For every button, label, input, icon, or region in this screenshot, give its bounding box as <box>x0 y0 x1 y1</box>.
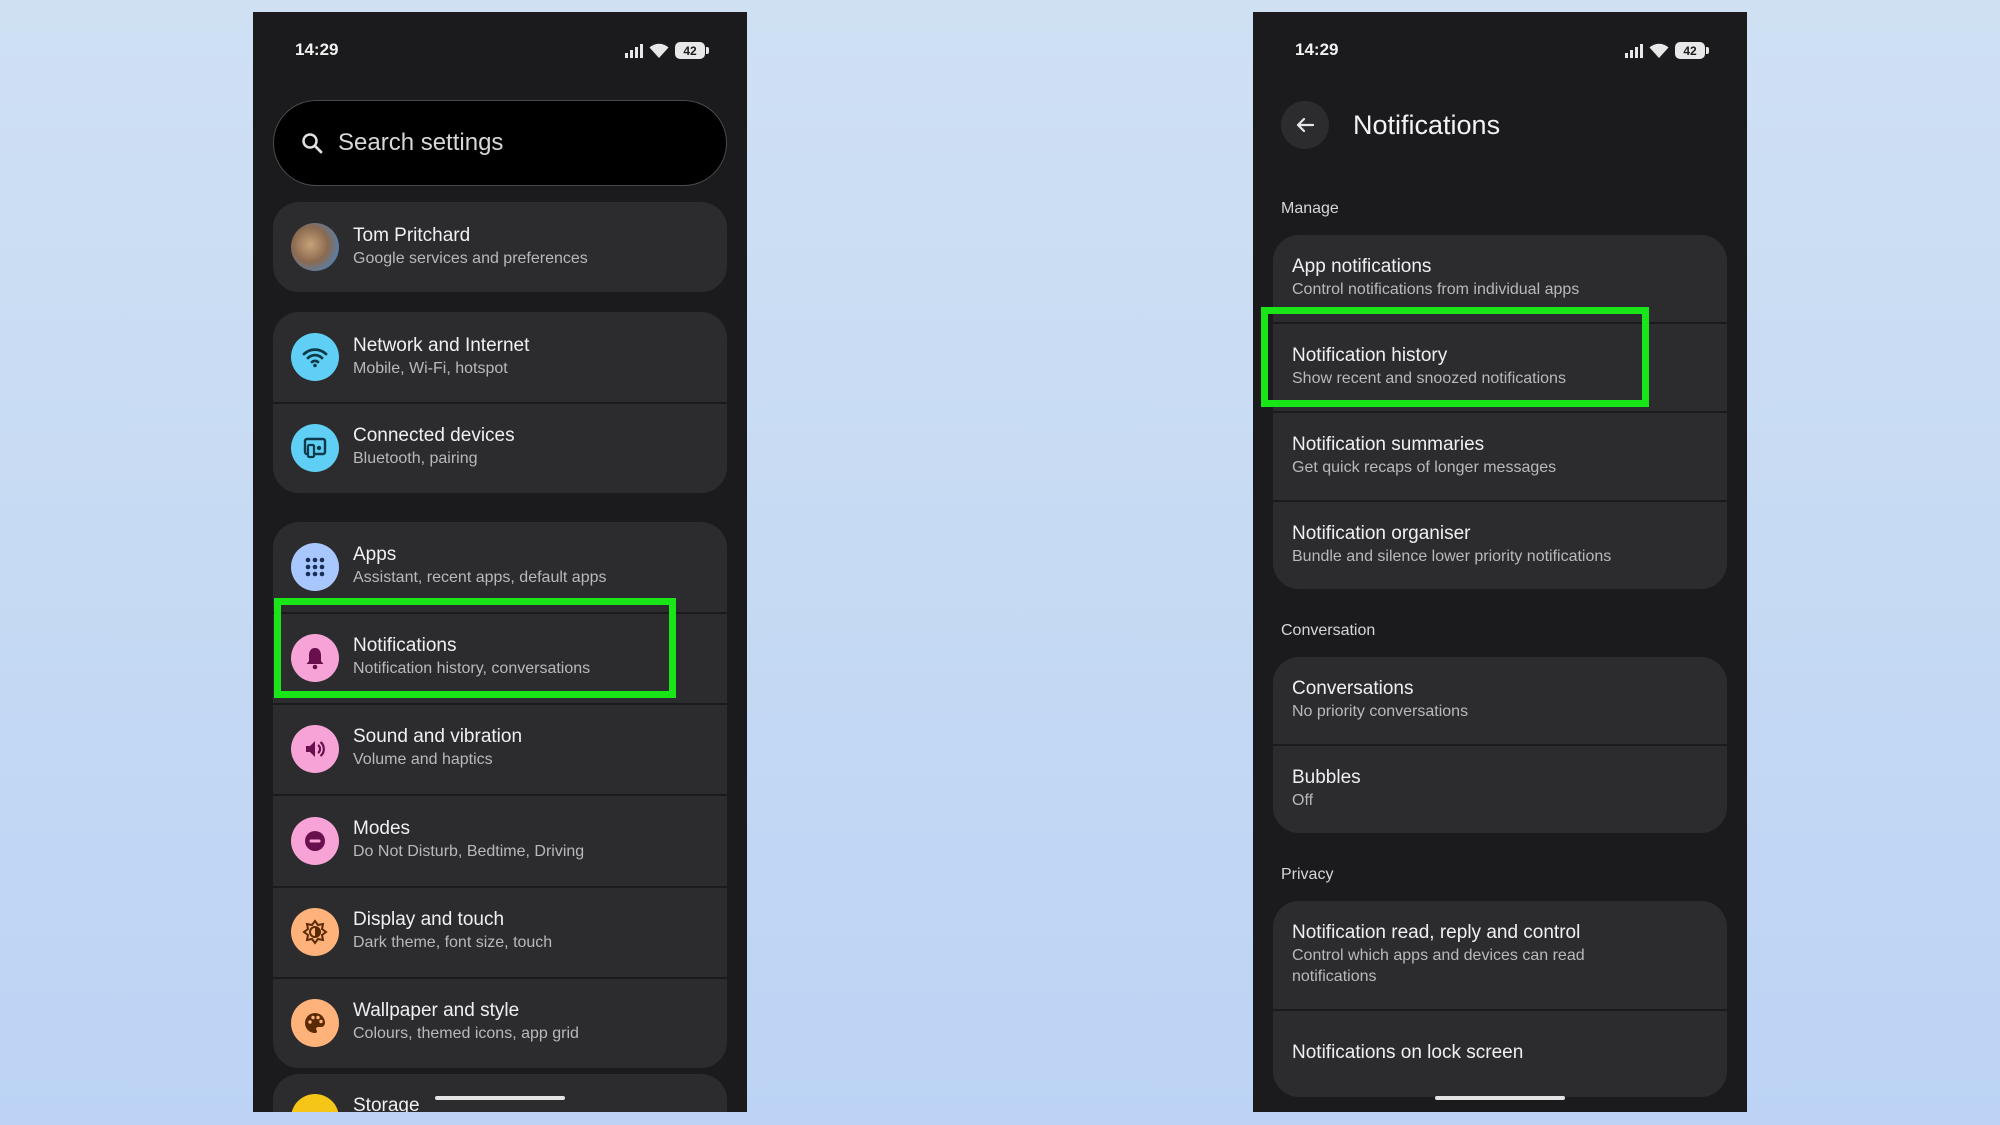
battery-icon: 42 <box>1675 42 1709 59</box>
notif-item-organiser[interactable]: Notification organiser Bundle and silenc… <box>1273 502 1727 589</box>
notif-item-summaries[interactable]: Notification summaries Get quick recaps … <box>1273 413 1727 500</box>
page-title: Notifications <box>1353 110 1501 140</box>
settings-screen: 14:29 42 Search settings Tom Pritchard G… <box>253 12 747 1112</box>
item-title: Sound and vibration <box>353 726 523 747</box>
item-title: Notification history <box>1292 345 1448 366</box>
item-title: Display and touch <box>353 909 505 930</box>
storage-icon <box>291 1094 339 1112</box>
notif-item-lock-screen[interactable]: Notifications on lock screen <box>1273 1011 1727 1097</box>
item-title: Notification summaries <box>1292 434 1485 455</box>
conversation-card: Conversations No priority conversations … <box>1273 657 1727 833</box>
settings-item-storage[interactable]: Storage <box>273 1074 727 1112</box>
item-title: Apps <box>353 544 397 565</box>
item-title: Conversations <box>1292 678 1414 699</box>
signal-icon <box>1625 43 1643 58</box>
settings-item-connected-devices[interactable]: Connected devices Bluetooth, pairing <box>273 404 727 493</box>
apps-grid-icon <box>291 543 339 591</box>
wifi-icon <box>291 333 339 381</box>
item-title: Bubbles <box>1292 767 1361 788</box>
item-subtitle: No priority conversations <box>1292 703 1469 720</box>
settings-item-display[interactable]: Display and touch Dark theme, font size,… <box>273 888 727 977</box>
item-subtitle: Bundle and silence lower priority notifi… <box>1292 548 1612 565</box>
status-bar: 14:29 42 <box>253 40 747 70</box>
item-subtitle: Do Not Disturb, Bedtime, Driving <box>353 843 585 860</box>
item-subtitle: Dark theme, font size, touch <box>353 934 553 951</box>
back-arrow-icon <box>1296 117 1315 133</box>
signal-icon <box>625 43 643 58</box>
brightness-icon <box>291 908 339 956</box>
status-bar: 14:29 42 <box>1253 40 1747 70</box>
item-subtitle: Colours, themed icons, app grid <box>353 1025 579 1042</box>
account-subtitle: Google services and preferences <box>353 250 588 267</box>
item-subtitle: Notification history, conversations <box>353 660 591 677</box>
settings-item-sound[interactable]: Sound and vibration Volume and haptics <box>273 705 727 794</box>
speaker-icon <box>291 725 339 773</box>
main-settings-card: Apps Assistant, recent apps, default app… <box>273 522 727 1068</box>
item-subtitle: Control which apps and devices can read … <box>1292 947 1585 985</box>
item-subtitle: Volume and haptics <box>353 751 493 768</box>
settings-item-notifications[interactable]: Notifications Notification history, conv… <box>273 614 727 703</box>
notif-item-bubbles[interactable]: Bubbles Off <box>1273 746 1727 833</box>
item-title: Network and Internet <box>353 335 530 356</box>
item-subtitle: Get quick recaps of longer messages <box>1292 459 1557 476</box>
status-icons: 42 <box>1625 42 1709 59</box>
wifi-status-icon <box>649 43 669 58</box>
status-icons: 42 <box>625 42 709 59</box>
home-indicator[interactable] <box>1435 1096 1565 1100</box>
item-subtitle: Mobile, Wi-Fi, hotspot <box>353 360 508 377</box>
item-title: Notification read, reply and control <box>1292 922 1581 943</box>
devices-icon <box>291 424 339 472</box>
item-subtitle: Show recent and snoozed notifications <box>1292 370 1566 387</box>
notifications-screen: 14:29 42 Notifications Manage App notifi… <box>1253 12 1747 1112</box>
search-input[interactable]: Search settings <box>273 100 727 186</box>
item-title: Notifications on lock screen <box>1292 1042 1524 1063</box>
home-indicator[interactable] <box>435 1096 565 1100</box>
palette-icon <box>291 999 339 1047</box>
section-label-manage: Manage <box>1281 200 1339 217</box>
item-title: Connected devices <box>353 425 515 446</box>
bell-icon <box>291 634 339 682</box>
back-button[interactable] <box>1281 101 1329 149</box>
search-icon <box>302 133 323 154</box>
item-subtitle: Assistant, recent apps, default apps <box>353 569 607 586</box>
item-title: Modes <box>353 818 411 839</box>
connectivity-card: Network and Internet Mobile, Wi-Fi, hots… <box>273 312 727 493</box>
notif-item-history[interactable]: Notification history Show recent and sno… <box>1273 324 1727 411</box>
avatar <box>291 223 339 271</box>
item-subtitle: Bluetooth, pairing <box>353 450 478 467</box>
item-title: App notifications <box>1292 256 1432 277</box>
item-subtitle: Control notifications from individual ap… <box>1292 281 1580 298</box>
item-title: Wallpaper and style <box>353 1000 520 1021</box>
privacy-card: Notification read, reply and control Con… <box>1273 901 1727 1097</box>
section-label-conversation: Conversation <box>1281 622 1376 639</box>
minus-circle-icon <box>291 817 339 865</box>
item-subtitle: Off <box>1292 792 1314 809</box>
notif-item-app-notifications[interactable]: App notifications Control notifications … <box>1273 235 1727 322</box>
status-time: 14:29 <box>295 40 339 59</box>
wifi-status-icon <box>1649 43 1669 58</box>
item-title: Notifications <box>353 635 457 656</box>
search-placeholder: Search settings <box>338 129 504 156</box>
account-card[interactable]: Tom Pritchard Google services and prefer… <box>273 202 727 292</box>
status-time: 14:29 <box>1295 40 1339 59</box>
item-title: Notification organiser <box>1292 523 1471 544</box>
account-name: Tom Pritchard <box>353 225 471 246</box>
section-label-privacy: Privacy <box>1281 866 1334 883</box>
manage-card: App notifications Control notifications … <box>1273 235 1727 589</box>
settings-item-network[interactable]: Network and Internet Mobile, Wi-Fi, hots… <box>273 312 727 402</box>
notif-item-conversations[interactable]: Conversations No priority conversations <box>1273 657 1727 744</box>
settings-item-wallpaper[interactable]: Wallpaper and style Colours, themed icon… <box>273 979 727 1068</box>
notif-item-read-reply[interactable]: Notification read, reply and control Con… <box>1273 901 1727 1009</box>
battery-icon: 42 <box>675 42 709 59</box>
settings-item-apps[interactable]: Apps Assistant, recent apps, default app… <box>273 522 727 612</box>
settings-item-modes[interactable]: Modes Do Not Disturb, Bedtime, Driving <box>273 796 727 886</box>
